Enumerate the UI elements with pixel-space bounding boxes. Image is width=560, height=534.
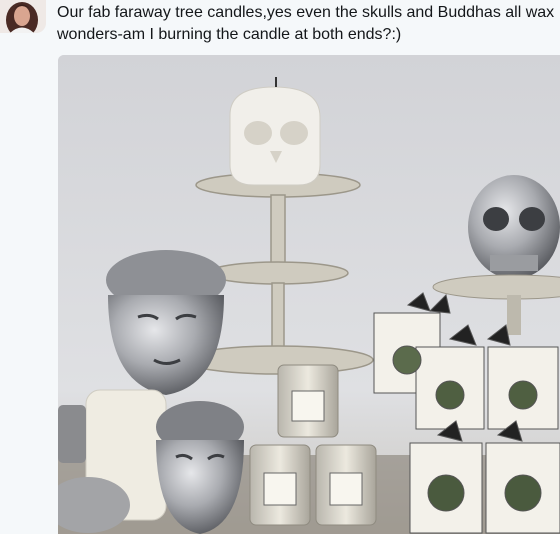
tweet-media-photo[interactable] (58, 55, 560, 534)
white-skull-candle (229, 77, 321, 186)
candles-photo-icon (58, 55, 560, 534)
avatar[interactable] (0, 0, 46, 33)
profile-photo-icon (0, 0, 46, 33)
tweet-text: Our fab faraway tree candles,yes even th… (57, 4, 555, 43)
